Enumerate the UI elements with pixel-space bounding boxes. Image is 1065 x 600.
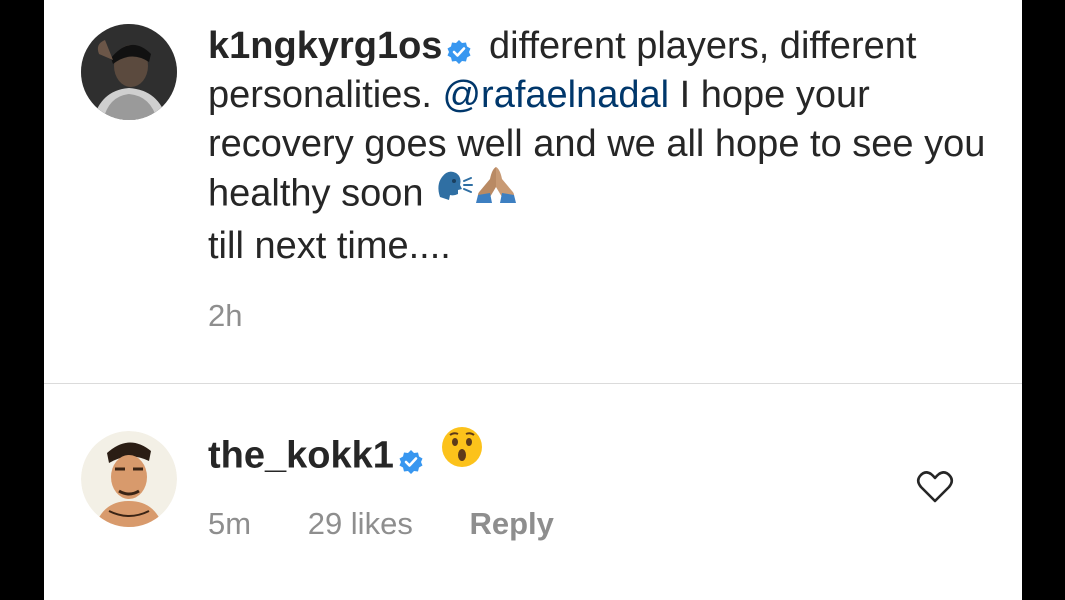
heart-outline-icon[interactable] [916,470,954,504]
verified-badge-icon [398,439,424,474]
comment-meta: 2h [208,298,290,334]
avatar[interactable] [81,431,177,527]
folded-hands-icon [474,165,518,218]
comment-text: the_kokk1 [208,427,998,486]
astonished-face-icon [440,425,484,482]
avatar[interactable] [81,24,177,120]
mention-link[interactable]: @rafaelnadal [442,74,669,116]
reply-button[interactable]: Reply [469,506,553,541]
verified-badge-icon [446,29,472,64]
comment-time[interactable]: 5m [208,506,251,541]
like-count[interactable]: 29 likes [308,506,413,541]
comment-time[interactable]: 2h [208,298,242,333]
comment-item: k1ngkyrg1os different players, different… [44,0,1022,383]
speaking-head-icon [434,167,474,216]
comment-meta: 5m 29 likes Reply [208,506,602,542]
comments-panel: k1ngkyrg1os different players, different… [44,0,1022,600]
comment-item: the_kokk1 5m 29 likes Reply [44,384,1022,600]
comment-text: k1ngkyrg1os different players, different… [208,22,998,271]
comment-body-part: till next time.... [208,225,451,267]
comment-username[interactable]: the_kokk1 [208,435,394,477]
comment-username[interactable]: k1ngkyrg1os [208,25,442,67]
